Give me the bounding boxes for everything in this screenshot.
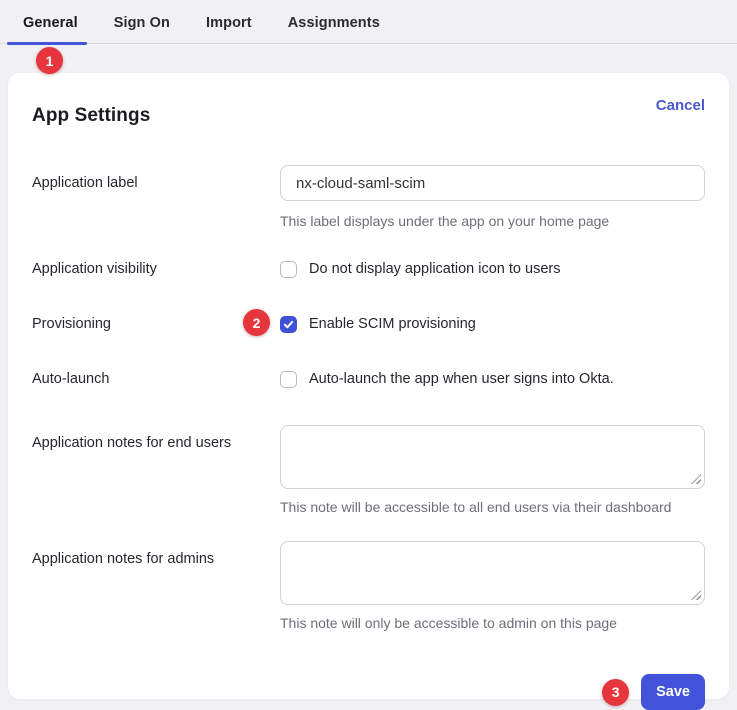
tab-assignments[interactable]: Assignments xyxy=(288,15,380,31)
form-row-auto-launch: Auto-launch Auto-launch the app when use… xyxy=(32,370,705,388)
form-row-notes-end-users: Application notes for end users This not… xyxy=(32,425,705,516)
card-footer: 3 Save xyxy=(32,674,705,710)
application-visibility-checkbox[interactable] xyxy=(280,261,297,278)
tab-import[interactable]: Import xyxy=(206,15,252,31)
notes-end-users-textarea[interactable] xyxy=(280,425,705,489)
auto-launch-checkbox-label: Auto-launch the app when user signs into… xyxy=(309,371,614,388)
active-tab-underline xyxy=(7,42,87,46)
cancel-link[interactable]: Cancel xyxy=(656,97,705,114)
form-row-provisioning: 2 Provisioning Enable SCIM provisioning xyxy=(32,315,705,333)
checkmark-icon xyxy=(283,319,294,330)
provisioning-checkbox-row[interactable]: Enable SCIM provisioning xyxy=(280,316,705,333)
notes-end-users-help-text: This note will be accessible to all end … xyxy=(280,499,705,516)
notes-admins-help-text: This note will only be accessible to adm… xyxy=(280,615,705,632)
step-badge-2: 2 xyxy=(243,309,270,336)
notes-admins-field-label: Application notes for admins xyxy=(32,541,280,632)
application-visibility-checkbox-row[interactable]: Do not display application icon to users xyxy=(280,261,705,278)
form-row-application-visibility: Application visibility Do not display ap… xyxy=(32,260,705,278)
step-badge-1: 1 xyxy=(36,47,63,74)
card-header: App Settings Cancel xyxy=(32,97,705,127)
step-badge-3: 3 xyxy=(602,679,629,706)
tab-sign-on[interactable]: Sign On xyxy=(114,15,170,31)
tab-bar: General Sign On Import Assignments xyxy=(0,0,737,44)
notes-end-users-field-label: Application notes for end users xyxy=(32,425,280,516)
enable-scim-provisioning-checkbox[interactable] xyxy=(280,316,297,333)
app-settings-card: App Settings Cancel Application label Th… xyxy=(8,73,729,699)
auto-launch-checkbox-row[interactable]: Auto-launch the app when user signs into… xyxy=(280,371,705,388)
auto-launch-field-label: Auto-launch xyxy=(32,370,280,388)
application-visibility-checkbox-label: Do not display application icon to users xyxy=(309,261,560,278)
auto-launch-checkbox[interactable] xyxy=(280,371,297,388)
page-title: App Settings xyxy=(32,97,150,127)
form-row-application-label: Application label This label displays un… xyxy=(32,165,705,230)
application-visibility-field-label: Application visibility xyxy=(32,260,280,278)
notes-admins-textarea[interactable] xyxy=(280,541,705,605)
provisioning-checkbox-label: Enable SCIM provisioning xyxy=(309,316,476,333)
application-label-input[interactable] xyxy=(280,165,705,201)
application-label-help-text: This label displays under the app on you… xyxy=(280,213,705,230)
application-label-field-label: Application label xyxy=(32,165,280,230)
tab-general[interactable]: General xyxy=(23,15,78,31)
form-row-notes-admins: Application notes for admins This note w… xyxy=(32,541,705,632)
save-button[interactable]: Save xyxy=(641,674,705,710)
